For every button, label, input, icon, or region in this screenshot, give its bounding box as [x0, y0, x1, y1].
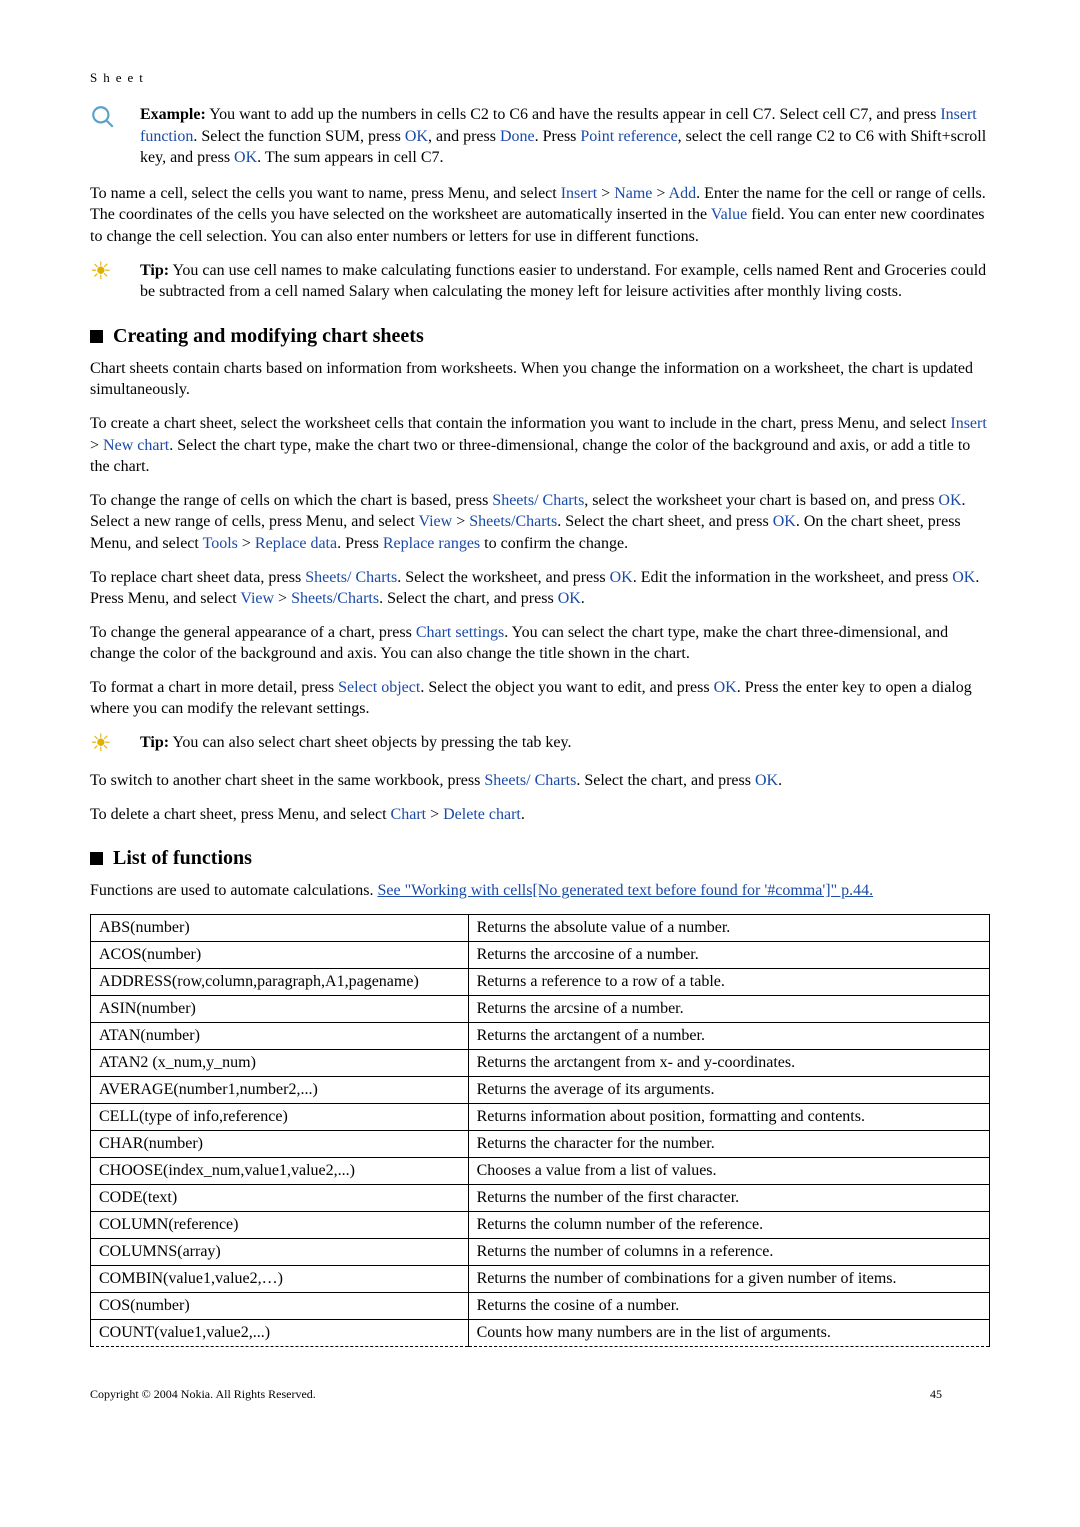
function-signature: COLUMN(reference) [91, 1211, 469, 1238]
table-row: CODE(text)Returns the number of the firs… [91, 1184, 990, 1211]
table-row: COUNT(value1,value2,...)Counts how many … [91, 1319, 990, 1346]
page-number: 45 [930, 1387, 990, 1402]
magnifier-icon [90, 104, 140, 135]
function-description: Returns the arctangent of a number. [468, 1022, 989, 1049]
name-cell-paragraph: To name a cell, select the cells you wan… [90, 183, 990, 248]
function-signature: ATAN(number) [91, 1022, 469, 1049]
replace-data-paragraph: To replace chart sheet data, press Sheet… [90, 567, 990, 610]
table-row: CELL(type of info,reference)Returns info… [91, 1103, 990, 1130]
function-signature: COUNT(value1,value2,...) [91, 1319, 469, 1346]
function-signature: COS(number) [91, 1292, 469, 1319]
general-appearance-paragraph: To change the general appearance of a ch… [90, 622, 990, 665]
lightbulb-icon: ☀ [90, 732, 140, 756]
table-row: CHAR(number)Returns the character for th… [91, 1130, 990, 1157]
table-row: ATAN2 (x_num,y_num)Returns the arctangen… [91, 1049, 990, 1076]
function-signature: CODE(text) [91, 1184, 469, 1211]
section-heading-charts: Creating and modifying chart sheets [90, 325, 990, 348]
table-row: COLUMN(reference)Returns the column numb… [91, 1211, 990, 1238]
function-description: Returns the arctangent from x- and y-coo… [468, 1049, 989, 1076]
chart-intro: Chart sheets contain charts based on inf… [90, 358, 990, 401]
function-description: Returns the number of columns in a refer… [468, 1238, 989, 1265]
copyright: Copyright © 2004 Nokia. All Rights Reser… [90, 1387, 930, 1402]
table-row: ATAN(number)Returns the arctangent of a … [91, 1022, 990, 1049]
tip-paragraph: Tip: You can also select chart sheet obj… [140, 732, 571, 754]
section-heading-functions: List of functions [90, 847, 990, 870]
tip-paragraph: Tip: You can use cell names to make calc… [140, 260, 990, 303]
create-chart-paragraph: To create a chart sheet, select the work… [90, 413, 990, 478]
table-row: AVERAGE(number1,number2,...)Returns the … [91, 1076, 990, 1103]
function-description: Returns the arccosine of a number. [468, 941, 989, 968]
function-signature: ATAN2 (x_num,y_num) [91, 1049, 469, 1076]
function-description: Chooses a value from a list of values. [468, 1157, 989, 1184]
function-description: Returns the column number of the referen… [468, 1211, 989, 1238]
function-signature: AVERAGE(number1,number2,...) [91, 1076, 469, 1103]
function-signature: CELL(type of info,reference) [91, 1103, 469, 1130]
functions-intro: Functions are used to automate calculati… [90, 880, 990, 902]
table-row: CHOOSE(index_num,value1,value2,...)Choos… [91, 1157, 990, 1184]
function-description: Returns information about position, form… [468, 1103, 989, 1130]
page-header: Sheet [90, 70, 990, 86]
table-row: COMBIN(value1,value2,…)Returns the numbe… [91, 1265, 990, 1292]
function-description: Returns the cosine of a number. [468, 1292, 989, 1319]
function-description: Returns the absolute value of a number. [468, 914, 989, 941]
functions-table: ABS(number)Returns the absolute value of… [90, 914, 990, 1347]
function-signature: ASIN(number) [91, 995, 469, 1022]
format-chart-paragraph: To format a chart in more detail, press … [90, 677, 990, 720]
table-row: COS(number)Returns the cosine of a numbe… [91, 1292, 990, 1319]
function-signature: ADDRESS(row,column,paragraph,A1,pagename… [91, 968, 469, 995]
function-signature: ACOS(number) [91, 941, 469, 968]
function-signature: COLUMNS(array) [91, 1238, 469, 1265]
switch-chart-paragraph: To switch to another chart sheet in the … [90, 770, 990, 792]
function-description: Returns the arcsine of a number. [468, 995, 989, 1022]
function-description: Returns the average of its arguments. [468, 1076, 989, 1103]
change-range-paragraph: To change the range of cells on which th… [90, 490, 990, 555]
function-description: Returns the character for the number. [468, 1130, 989, 1157]
see-link[interactable]: See "Working with cells[No generated tex… [377, 882, 873, 899]
lightbulb-icon: ☀ [90, 260, 140, 284]
table-row: ABS(number)Returns the absolute value of… [91, 914, 990, 941]
table-row: ADDRESS(row,column,paragraph,A1,pagename… [91, 968, 990, 995]
function-description: Counts how many numbers are in the list … [468, 1319, 989, 1346]
function-signature: ABS(number) [91, 914, 469, 941]
table-row: COLUMNS(array)Returns the number of colu… [91, 1238, 990, 1265]
function-signature: CHAR(number) [91, 1130, 469, 1157]
table-row: ASIN(number)Returns the arcsine of a num… [91, 995, 990, 1022]
function-description: Returns a reference to a row of a table. [468, 968, 989, 995]
example-paragraph: Example: You want to add up the numbers … [140, 104, 990, 169]
function-description: Returns the number of the first characte… [468, 1184, 989, 1211]
function-signature: COMBIN(value1,value2,…) [91, 1265, 469, 1292]
function-description: Returns the number of combinations for a… [468, 1265, 989, 1292]
table-row: ACOS(number)Returns the arccosine of a n… [91, 941, 990, 968]
function-signature: CHOOSE(index_num,value1,value2,...) [91, 1157, 469, 1184]
delete-chart-paragraph: To delete a chart sheet, press Menu, and… [90, 804, 990, 826]
